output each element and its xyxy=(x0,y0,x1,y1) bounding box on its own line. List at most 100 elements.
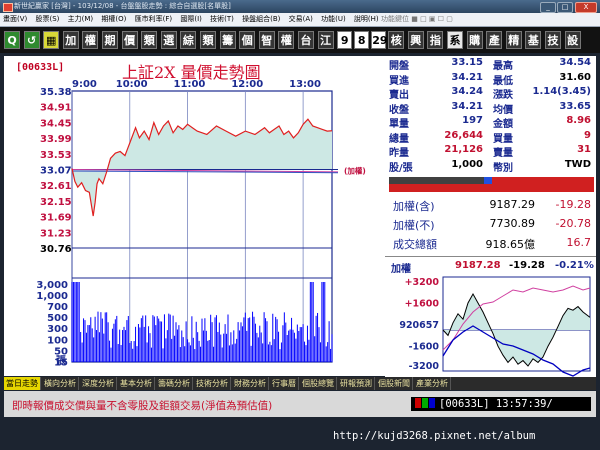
maximize-button[interactable]: □ xyxy=(557,2,573,13)
chart-panel: 35.38 34.91 34.45 33.99 33.53 33.07 32.61 32.15… xyxy=(4,56,384,376)
status-message: 即時報價成交價與量不含零股及鉅額交易(淨值為預估值) xyxy=(12,400,273,412)
toolbar-button-9[interactable]: 綜 xyxy=(180,31,197,49)
menu-trade[interactable]: 交易(A) xyxy=(286,13,316,26)
toolbar-button-15[interactable]: 台 xyxy=(298,31,314,49)
app-icon xyxy=(3,3,13,12)
tab-11[interactable]: 產業分析 xyxy=(414,377,451,390)
toolbar-button-22[interactable]: 指 xyxy=(427,31,444,49)
toolbar-button-19[interactable]: 29 xyxy=(371,31,388,49)
tab-3[interactable]: 基本分析 xyxy=(118,377,155,390)
price-tick-label: 32.15 xyxy=(40,197,72,208)
chart-title: 上証2X 量價走勢圖 xyxy=(122,63,261,82)
menu-technical[interactable]: 技術(T) xyxy=(207,13,237,26)
tab-5[interactable]: 技術分析 xyxy=(194,377,231,390)
quote-value: 34.21 xyxy=(451,71,483,83)
toolbar-button-14[interactable]: 權 xyxy=(278,31,295,49)
toolbar-button-13[interactable]: 智 xyxy=(258,31,275,49)
toolbar-button-11[interactable]: 籌 xyxy=(219,31,236,49)
toolbar-button-20[interactable]: 核 xyxy=(388,31,405,49)
toolbar-button-18[interactable]: 8 xyxy=(354,31,370,49)
tab-6[interactable]: 財務分析 xyxy=(232,377,269,390)
price-volume-chart[interactable]: 35.38 34.91 34.45 33.99 33.53 33.07 32.61 32.15… xyxy=(4,56,384,376)
quote-value: 31.60 xyxy=(559,71,591,83)
quote-value: 34.21 xyxy=(451,100,483,112)
quote-label: 最高 xyxy=(493,61,513,72)
toolbar-button-29[interactable]: 設 xyxy=(564,31,581,49)
tab-0[interactable]: 當日走勢 xyxy=(4,377,41,390)
tab-2[interactable]: 深度分析 xyxy=(80,377,117,390)
index-value: 9187.29 xyxy=(489,198,536,211)
mini-y-label: +3200 xyxy=(405,277,440,288)
price-tick-label: 33.99 xyxy=(40,134,72,145)
quote-value: 8.96 xyxy=(566,115,591,126)
menu-function[interactable]: 功能(U) xyxy=(318,13,349,26)
menu-stock[interactable]: 股票(S) xyxy=(33,13,63,26)
price-tick-label: 31.23 xyxy=(40,228,72,239)
quote-label: 賣出 xyxy=(389,90,409,101)
menu-main-force[interactable]: 主力(M) xyxy=(65,13,97,26)
toolbar-button-26[interactable]: 精 xyxy=(505,31,522,49)
volume-unit-label: 張 xyxy=(56,355,67,367)
price-tick-label: 30.76 xyxy=(40,244,72,255)
menu-international[interactable]: 國際(I) xyxy=(177,13,205,26)
tab-4[interactable]: 籌碼分析 xyxy=(156,377,193,390)
toolbar-button-21[interactable]: 興 xyxy=(407,31,424,49)
minimize-button[interactable]: _ xyxy=(540,2,556,13)
toolbar-button-16[interactable]: 江 xyxy=(317,31,334,49)
status-code: [00633L] xyxy=(439,398,490,410)
quote-label: 單量 xyxy=(389,119,409,130)
mini-index-panel: 加權 9187.28 -19.28 -0.21% +3200 +1600 92065… xyxy=(385,256,596,377)
quote-value: 1.14(3.45) xyxy=(532,86,592,97)
menu-options[interactable]: 期權(O) xyxy=(98,13,129,26)
function-key-area[interactable]: 功能鍵位 ■ □ ▣ ☐ ▢ xyxy=(378,13,456,26)
toolbar-button-23[interactable]: 系 xyxy=(447,31,463,49)
close-button[interactable]: X xyxy=(575,2,597,13)
toolbar-button-8[interactable]: 選 xyxy=(160,31,177,49)
toolbar-button-4[interactable]: 權 xyxy=(82,31,99,49)
status-time: 13:57:39/ xyxy=(495,398,553,410)
price-tick-label: 31.69 xyxy=(40,213,72,224)
analysis-tab-bar: 當日走勢 橫向分析 深度分析 基本分析 籌碼分析 技術分析 財務分析 行事曆 個股總覽 研報預測個… xyxy=(4,377,596,390)
menu-view[interactable]: 畫面(V) xyxy=(0,13,30,26)
mini-index-chart[interactable]: +3200 +1600 920657 -1600 -3200 xyxy=(385,257,596,377)
toolbar-button-24[interactable]: 購 xyxy=(466,31,483,49)
toolbar-button-3[interactable]: 加 xyxy=(62,31,79,49)
index-value: 918.65億 xyxy=(485,238,536,251)
toolbar-button-17[interactable]: 9 xyxy=(337,31,353,49)
toolbar-button-7[interactable]: 類 xyxy=(141,31,158,49)
menu-forex[interactable]: 匯市利率(F) xyxy=(132,13,176,26)
toolbar-button-25[interactable]: 產 xyxy=(486,31,503,49)
quote-value: 31 xyxy=(577,144,591,155)
toolbar: Q ↺ ▦ 加權期價類選綜類籌個智權台江 9 8 29 核興指系購產精基技設 xyxy=(0,27,600,53)
toolbar-button-28[interactable]: 技 xyxy=(545,31,561,49)
quote-label: 賣量 xyxy=(493,148,513,159)
price-tick-label: 34.91 xyxy=(40,103,72,114)
toolbar-button-5[interactable]: 期 xyxy=(102,31,118,49)
tab-10[interactable]: 個股新聞 xyxy=(376,377,413,390)
tab-9[interactable]: 研報預測 xyxy=(338,377,375,390)
tab-7[interactable]: 行事曆 xyxy=(270,377,299,390)
buy-sell-bar xyxy=(389,177,594,192)
volume-tick-label: 300 xyxy=(47,324,68,335)
toolbar-button-12[interactable]: 個 xyxy=(239,31,256,49)
toolbar-grid-icon[interactable]: ▦ xyxy=(43,31,60,49)
title-bar: 新世紀贏家 [台灣] - 103/12/08 - 台盤盤股走勢 : 綜合自選股[… xyxy=(0,0,600,13)
price-tick-label: 34.45 xyxy=(40,118,72,129)
tab-1[interactable]: 橫向分析 xyxy=(42,377,79,390)
status-code-time: [00633L] 13:57:39/ xyxy=(411,397,591,411)
toolbar-refresh-icon[interactable]: ↺ xyxy=(23,31,40,49)
tab-8[interactable]: 個股總覽 xyxy=(300,377,337,390)
index-value: 7730.89 xyxy=(489,217,536,230)
volume-tick-label: 700 xyxy=(47,302,68,313)
toolbar-search-icon[interactable]: Q xyxy=(4,31,20,49)
status-bar: 即時報價成交價與量不含零股及鉅額交易(淨值為預估值) [00633L] 13:5… xyxy=(4,391,596,417)
quote-label: 買進 xyxy=(389,75,409,87)
toolbar-button-27[interactable]: 基 xyxy=(525,31,542,49)
toolbar-button-6[interactable]: 價 xyxy=(121,31,138,49)
quote-label: 買量 xyxy=(493,133,513,145)
quote-label: 開盤 xyxy=(389,61,409,72)
status-color-icon xyxy=(429,398,435,408)
quote-value: 21,126 xyxy=(444,144,483,155)
toolbar-button-10[interactable]: 類 xyxy=(200,31,216,49)
menu-portfolio[interactable]: 操盤組合(B) xyxy=(239,13,283,26)
